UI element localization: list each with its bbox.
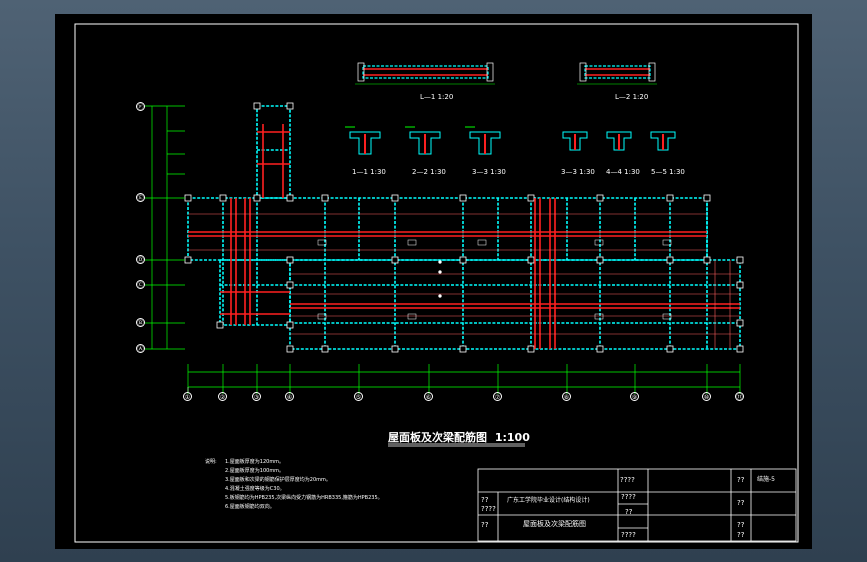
beam-elevations — [355, 62, 657, 85]
section-label-1-1: 1—1 1:30 — [352, 168, 386, 176]
tb-cell-8: ?? — [737, 521, 745, 529]
axis-bubble-F: Ⓕ — [136, 102, 145, 111]
axis-bubble-9: ⑨ — [630, 392, 639, 401]
axis-bubble-1: ① — [183, 392, 192, 401]
note-1: 1.屋面板厚度为120mm。 — [225, 459, 285, 465]
drawing-name: 屋面板及次梁配筋图 — [523, 520, 586, 528]
axis-bubble-6: ⑥ — [424, 392, 433, 401]
axis-bubble-11: ⑪ — [735, 392, 744, 401]
axis-bubble-E: Ⓔ — [136, 193, 145, 202]
axis-bubble-8: ⑧ — [562, 392, 571, 401]
axis-bubble-A: Ⓐ — [136, 344, 145, 353]
drawing-number: 结施-5 — [757, 476, 775, 483]
rebar-tags — [317, 239, 672, 320]
section-label-4-4: 4—4 1:30 — [606, 168, 640, 176]
axis-bubble-4: ④ — [285, 392, 294, 401]
tb-cell-1: ???? — [620, 476, 635, 484]
axis-bubble-C: Ⓒ — [136, 280, 145, 289]
section-1-1 — [345, 126, 381, 155]
note-6: 6.屋面板钢筋均双向。 — [225, 504, 275, 510]
section-3-3 — [465, 126, 501, 155]
axis-bubble-D: Ⓓ — [136, 255, 145, 264]
tb-cell-3: ???? — [621, 493, 636, 501]
tb-cell-6: ?? — [625, 508, 633, 516]
section-2-2 — [405, 126, 441, 155]
title-underline — [388, 443, 525, 447]
tb-cell-9: ?? — [481, 521, 489, 529]
tb-cell-10: ?? — [737, 531, 745, 539]
beam-L1-elevation — [355, 62, 495, 85]
section-label-5-5: 5—5 1:30 — [651, 168, 685, 176]
tb-cell-4: ?? — [481, 496, 489, 504]
axis-bubble-7: ⑦ — [493, 392, 502, 401]
section-label-L1: L—1 1:20 — [420, 93, 454, 101]
note-4: 4.混凝土强度等级为C30。 — [225, 486, 285, 492]
notes-label: 说明: — [205, 459, 217, 465]
drawing-title-scale: 1:100 — [494, 431, 530, 444]
rebar-thin — [188, 213, 740, 349]
floor-plan — [145, 102, 744, 394]
section-4-4 — [606, 131, 632, 151]
note-3: 3.屋面板和次梁的钢筋保护层厚度均为20mm。 — [225, 477, 331, 483]
beam-L2-elevation — [577, 62, 657, 85]
inner-border — [74, 23, 799, 543]
tb-cell-11: ???? — [621, 531, 636, 539]
rebar-lines — [188, 124, 740, 349]
drawing-sheet: L—1 1:20 L—2 1:20 1—1 1:30 2—2 1:30 3—3 … — [55, 14, 812, 549]
section-label-3-3: 3—3 1:30 — [472, 168, 506, 176]
section-label-3-3b: 3—3 1:30 — [561, 168, 595, 176]
axis-bubble-10: ⑩ — [702, 392, 711, 401]
axis-bubble-2: ② — [218, 392, 227, 401]
school-name: 广东工学院毕业设计(结构设计) — [507, 497, 590, 504]
section-label-2-2: 2—2 1:30 — [412, 168, 446, 176]
plan-outline — [188, 106, 290, 198]
section-label-L2: L—2 1:20 — [615, 93, 649, 101]
note-5: 5.板钢筋均为HPB235,次梁纵向受力钢筋为HRB335,箍筋为HPB235。 — [225, 495, 383, 501]
tb-cell-5: ???? — [481, 505, 496, 513]
drawing-title: 屋面板及次梁配筋图 1:100 — [388, 432, 530, 443]
axis-bubble-3: ③ — [252, 392, 261, 401]
section-3-3b — [562, 131, 588, 151]
axis-bubble-5: ⑤ — [354, 392, 363, 401]
beam-grid — [187, 105, 741, 350]
title-block-frame — [477, 468, 797, 542]
tb-cell-2: ?? — [737, 476, 745, 484]
cross-sections — [345, 126, 676, 155]
axis-bubble-B: Ⓑ — [136, 318, 145, 327]
tb-cell-7: ?? — [737, 499, 745, 507]
note-2: 2.屋面板厚度为100mm。 — [225, 468, 285, 474]
drawing-title-text: 屋面板及次梁配筋图 — [388, 431, 487, 444]
section-5-5 — [650, 131, 676, 151]
